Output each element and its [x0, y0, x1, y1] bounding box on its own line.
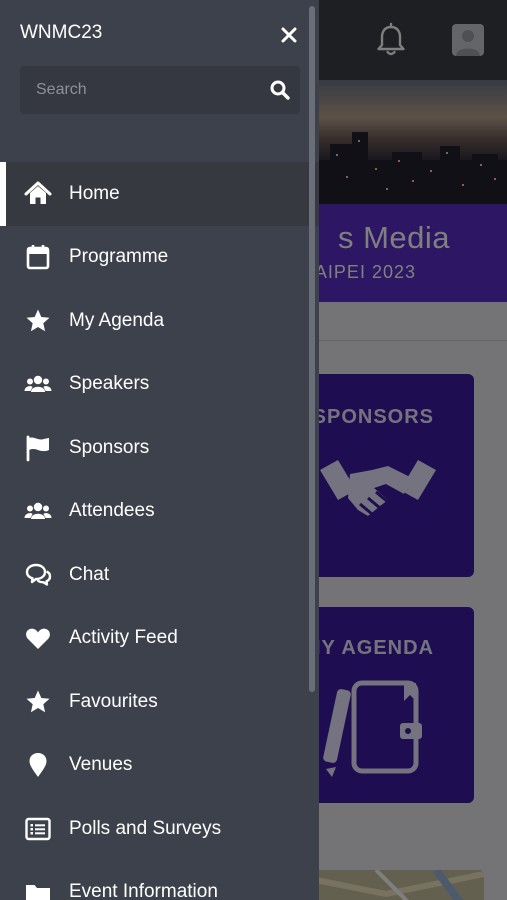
menu-item-sponsors[interactable]: Sponsors [0, 416, 319, 480]
drawer-menu: Home Programme My Agenda Speakers Sponso… [0, 162, 319, 900]
menu-item-event-information[interactable]: Event Information [0, 861, 319, 900]
menu-item-attendees[interactable]: Attendees [0, 480, 319, 544]
menu-item-favourites[interactable]: Favourites [0, 670, 319, 734]
menu-item-label: Event Information [69, 881, 218, 900]
users-icon [24, 497, 52, 525]
calendar-icon [24, 243, 52, 271]
menu-item-label: Activity Feed [69, 627, 178, 649]
navigation-drawer: WNMC23 Home [0, 0, 319, 900]
search-icon[interactable] [269, 79, 291, 101]
menu-item-activity-feed[interactable]: Activity Feed [0, 607, 319, 671]
menu-item-label: Favourites [69, 690, 158, 712]
menu-item-label: My Agenda [69, 309, 165, 331]
drawer-scrollbar[interactable] [309, 6, 315, 692]
chat-icon [24, 561, 52, 589]
menu-item-programme[interactable]: Programme [0, 226, 319, 290]
menu-item-speakers[interactable]: Speakers [0, 353, 319, 417]
star-icon [24, 688, 52, 716]
close-icon [281, 27, 297, 43]
search-box [20, 66, 300, 114]
menu-item-chat[interactable]: Chat [0, 543, 319, 607]
menu-item-label: Chat [69, 563, 110, 585]
menu-item-label: Polls and Surveys [69, 817, 222, 839]
menu-item-label: Attendees [69, 500, 155, 522]
menu-item-label: Programme [69, 246, 169, 268]
search-input[interactable] [20, 66, 260, 114]
users-icon [24, 370, 52, 398]
menu-item-home[interactable]: Home [0, 162, 319, 226]
folder-icon [24, 878, 52, 900]
menu-item-label: Speakers [69, 373, 150, 395]
heart-icon [24, 624, 52, 652]
menu-item-label: Venues [69, 754, 133, 776]
map-pin-icon [24, 751, 52, 779]
close-drawer-button[interactable] [276, 22, 302, 48]
drawer-title: WNMC23 [20, 22, 103, 43]
menu-item-label: Sponsors [69, 436, 150, 458]
menu-item-my-agenda[interactable]: My Agenda [0, 289, 319, 353]
menu-item-label: Home [69, 182, 120, 204]
menu-item-venues[interactable]: Venues [0, 734, 319, 798]
list-icon [24, 815, 52, 843]
flag-icon [24, 434, 52, 462]
menu-item-polls-and-surveys[interactable]: Polls and Surveys [0, 797, 319, 861]
home-icon [24, 180, 52, 208]
star-icon [24, 307, 52, 335]
